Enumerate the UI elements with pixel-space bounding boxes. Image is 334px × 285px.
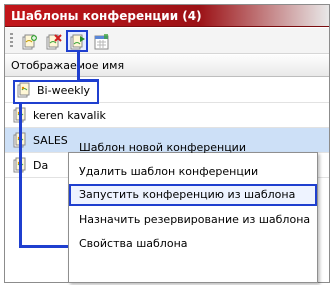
list-item-label: Bi-weekly — [37, 84, 91, 97]
menu-item-label: Запустить конференцию из шаблона — [79, 188, 296, 201]
list-item-label: SALES — [33, 134, 68, 147]
menu-item-label: Шаблон новой конференции — [79, 141, 246, 154]
template-icon — [17, 82, 33, 98]
delete-template-button[interactable] — [42, 30, 64, 52]
template-icon — [13, 107, 29, 123]
new-template-icon — [22, 34, 37, 50]
list-item-label: Da — [33, 159, 49, 172]
menu-item-label: Удалить шаблон конференции — [79, 165, 259, 178]
new-template-button[interactable] — [18, 30, 40, 52]
schedule-template-icon — [94, 34, 109, 50]
menu-item-new-template[interactable]: Шаблон новой конференции — [69, 137, 317, 159]
schedule-from-template-button[interactable] — [90, 30, 112, 52]
toolbar-grip[interactable] — [10, 33, 13, 49]
delete-template-icon — [46, 34, 62, 50]
menu-item-template-properties[interactable]: Свойства шаблона — [69, 233, 317, 255]
column-header-display-name[interactable]: Отображаемое имя — [5, 55, 329, 77]
toolbar — [5, 28, 329, 54]
list-item[interactable]: Bi-weekly — [5, 78, 329, 103]
menu-item-label: Назначить резервирование из шаблона — [79, 213, 311, 226]
menu-item-start-conference[interactable]: Запустить конференцию из шаблона — [69, 184, 317, 206]
panel-title-bar: Шаблоны конференции (4) — [5, 5, 329, 27]
menu-item-label: Свойства шаблона — [79, 237, 188, 250]
menu-item-schedule-from-template[interactable]: Назначить резервирование из шаблона — [69, 209, 317, 231]
menu-item-delete-template[interactable]: Удалить шаблон конференции — [69, 161, 317, 183]
template-icon — [13, 132, 29, 148]
panel-title: Шаблоны конференции (4) — [11, 9, 202, 23]
template-icon — [13, 157, 29, 173]
column-header-label: Отображаемое имя — [11, 59, 125, 72]
list-item-label: keren kavalik — [33, 109, 106, 122]
start-conference-from-template-button[interactable] — [66, 30, 88, 52]
context-menu: Шаблон новой конференции Удалить шаблон … — [68, 141, 318, 283]
start-conference-icon — [70, 34, 85, 50]
list-item[interactable]: keren kavalik — [5, 103, 329, 128]
